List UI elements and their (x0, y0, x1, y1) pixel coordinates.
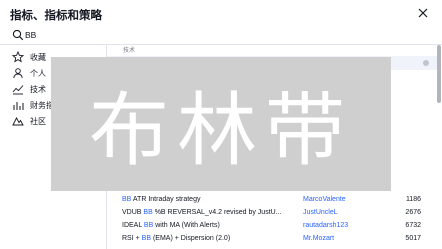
sidebar-item-label: 个人 (30, 69, 46, 78)
script-likes: 1186 (405, 196, 421, 203)
star-icon (12, 51, 24, 63)
script-name: BB ATR Intraday strategy (122, 196, 201, 203)
script-name: VDUB BB %B REVERSAL_v4.2 revised by Just… (122, 209, 282, 216)
script-author[interactable]: Mr.Mozart (303, 235, 334, 242)
user-icon (13, 68, 23, 79)
community-icon (12, 117, 24, 126)
info-icon[interactable] (423, 60, 429, 66)
script-likes: 2676 (405, 209, 421, 216)
search-bar (0, 26, 442, 45)
overlay-caption: 布林带 (89, 84, 353, 177)
script-author[interactable]: rautadarsh123 (303, 222, 348, 229)
script-author[interactable]: JustUncleL (303, 209, 338, 216)
list-item[interactable]: BB ATR Intraday strategy MarcoValente 11… (107, 194, 437, 207)
caption-overlay: 布林带 (51, 57, 391, 191)
list-item[interactable]: VDUB BB %B REVERSAL_v4.2 revised by Just… (107, 207, 437, 220)
sidebar-item-label: 社区 (30, 117, 46, 126)
bar-chart-icon (13, 102, 24, 110)
script-author[interactable]: MarcoValente (303, 196, 346, 203)
list-item[interactable]: IDEAL BB with MA (With Alerts) rautadars… (107, 220, 437, 233)
dialog-title: 指标、指标和策略 (10, 10, 102, 22)
indicators-dialog: 指标、指标和策略 收藏 个人 (0, 0, 442, 249)
list-item[interactable]: RSI + BB (EMA) + Dispersion (2.0) Mr.Moz… (107, 233, 437, 246)
chart-line-icon (12, 85, 24, 95)
search-icon (12, 29, 24, 41)
script-name: IDEAL BB with MA (With Alerts) (122, 222, 220, 229)
close-icon[interactable] (417, 7, 429, 19)
sidebar-item-label: 技术 (30, 85, 46, 94)
section-header: 技术 (123, 48, 136, 54)
dialog-header: 指标、指标和策略 (0, 0, 442, 26)
script-likes: 6732 (405, 222, 421, 229)
script-name: RSI + BB (EMA) + Dispersion (2.0) (122, 235, 231, 242)
sidebar-item-label: 收藏 (30, 53, 46, 62)
scrollbar[interactable] (437, 45, 441, 103)
search-input[interactable] (25, 28, 225, 42)
script-likes: 5017 (405, 235, 421, 242)
